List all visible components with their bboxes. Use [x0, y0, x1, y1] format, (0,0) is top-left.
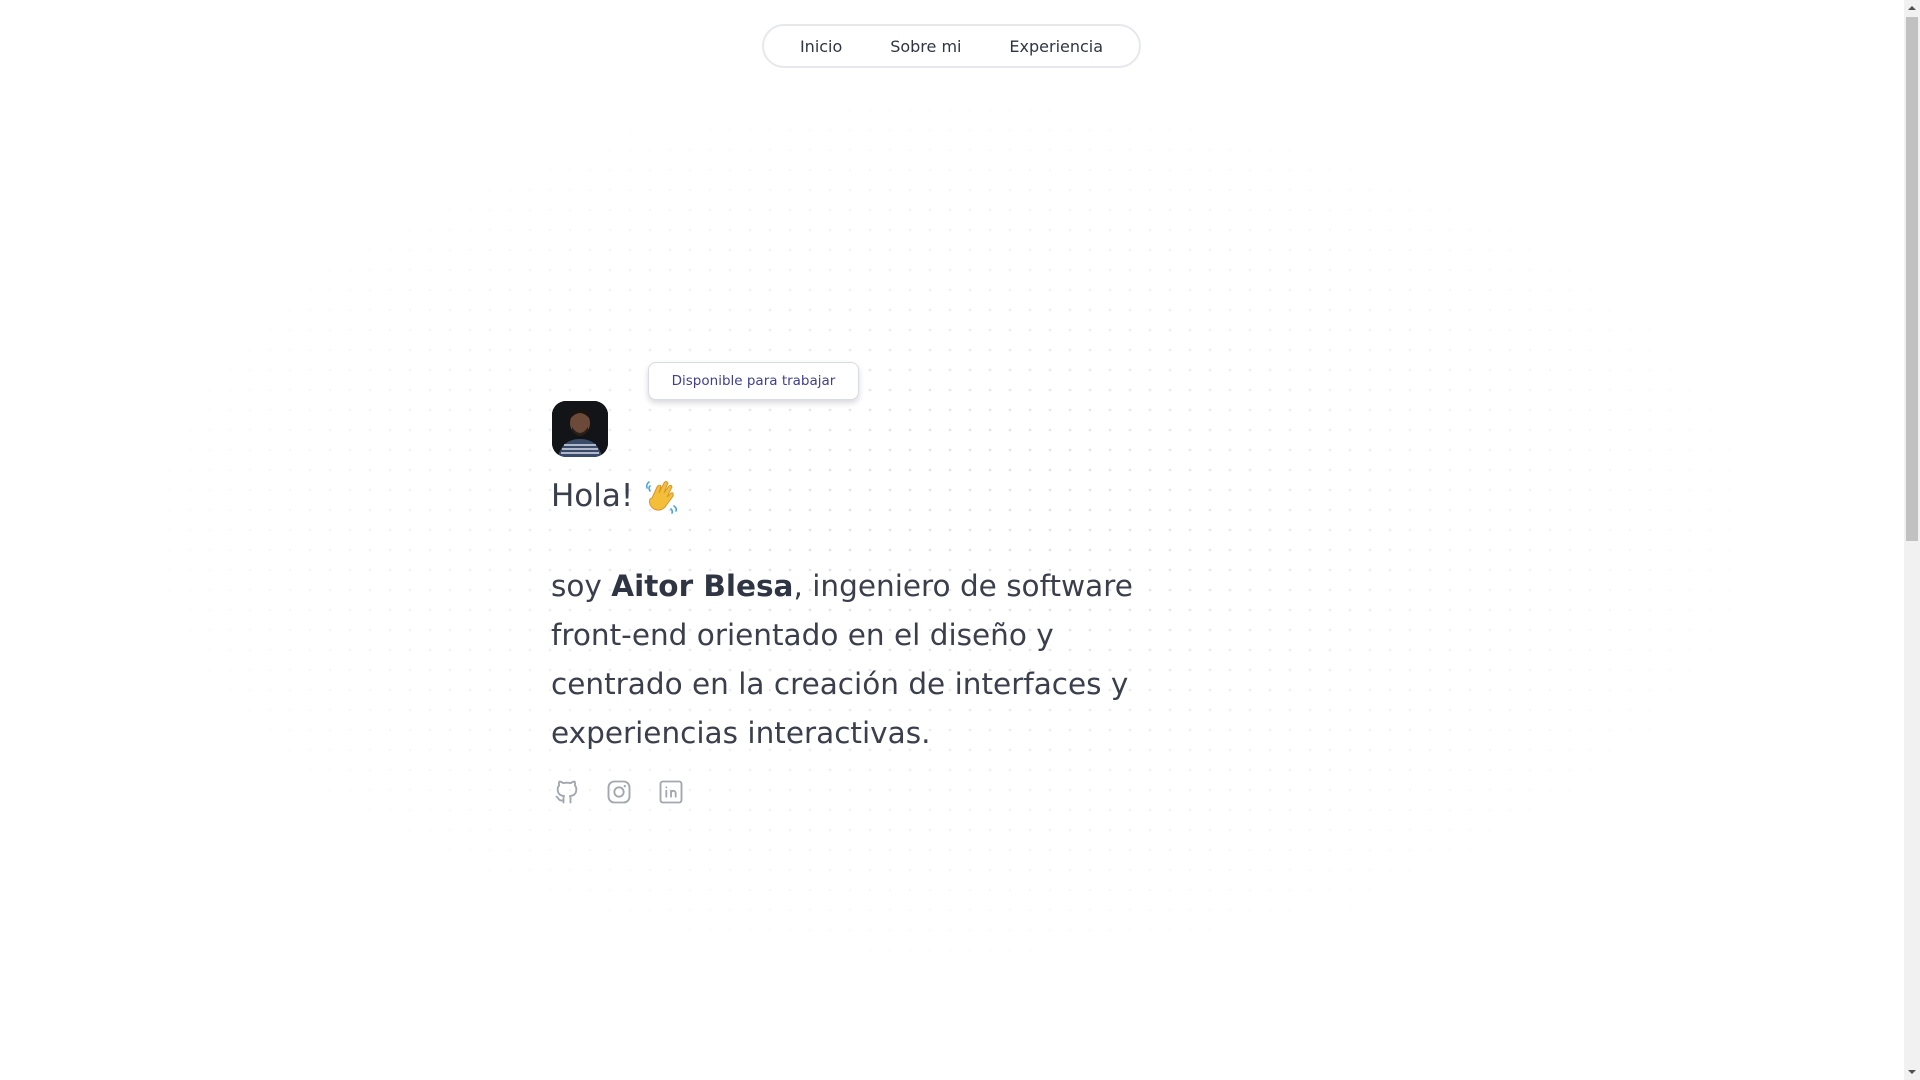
- scroll-up-arrow-icon[interactable]: [1904, 0, 1920, 16]
- top-navigation: Inicio Sobre mi Experiencia: [762, 24, 1141, 68]
- greeting: Hola!: [551, 478, 679, 514]
- page-viewport: Inicio Sobre mi Experiencia Disponible p…: [0, 0, 1904, 1080]
- availability-badge: Disponible para trabajar: [648, 362, 859, 400]
- vertical-scrollbar[interactable]: [1904, 0, 1920, 1080]
- avatar: [552, 401, 608, 457]
- nav-item-inicio[interactable]: Inicio: [790, 31, 852, 62]
- social-links: [553, 778, 685, 806]
- intro-prefix: soy: [551, 569, 612, 603]
- greeting-text: Hola!: [551, 478, 634, 514]
- instagram-icon[interactable]: [605, 778, 633, 806]
- intro-paragraph: soy Aitor Blesa, ingeniero de software f…: [551, 562, 1191, 758]
- nav-item-experiencia[interactable]: Experiencia: [999, 31, 1113, 62]
- avatar-photo: [552, 401, 608, 457]
- nav-item-sobre-mi[interactable]: Sobre mi: [880, 31, 971, 62]
- github-icon[interactable]: [553, 778, 581, 806]
- scrollbar-thumb[interactable]: [1906, 17, 1918, 541]
- dot-grid-background: [0, 0, 1904, 1080]
- waving-hand-icon: [646, 481, 678, 514]
- scroll-down-arrow-icon[interactable]: [1904, 1064, 1920, 1080]
- author-name: Aitor Blesa: [611, 569, 794, 603]
- linkedin-icon[interactable]: [657, 778, 685, 806]
